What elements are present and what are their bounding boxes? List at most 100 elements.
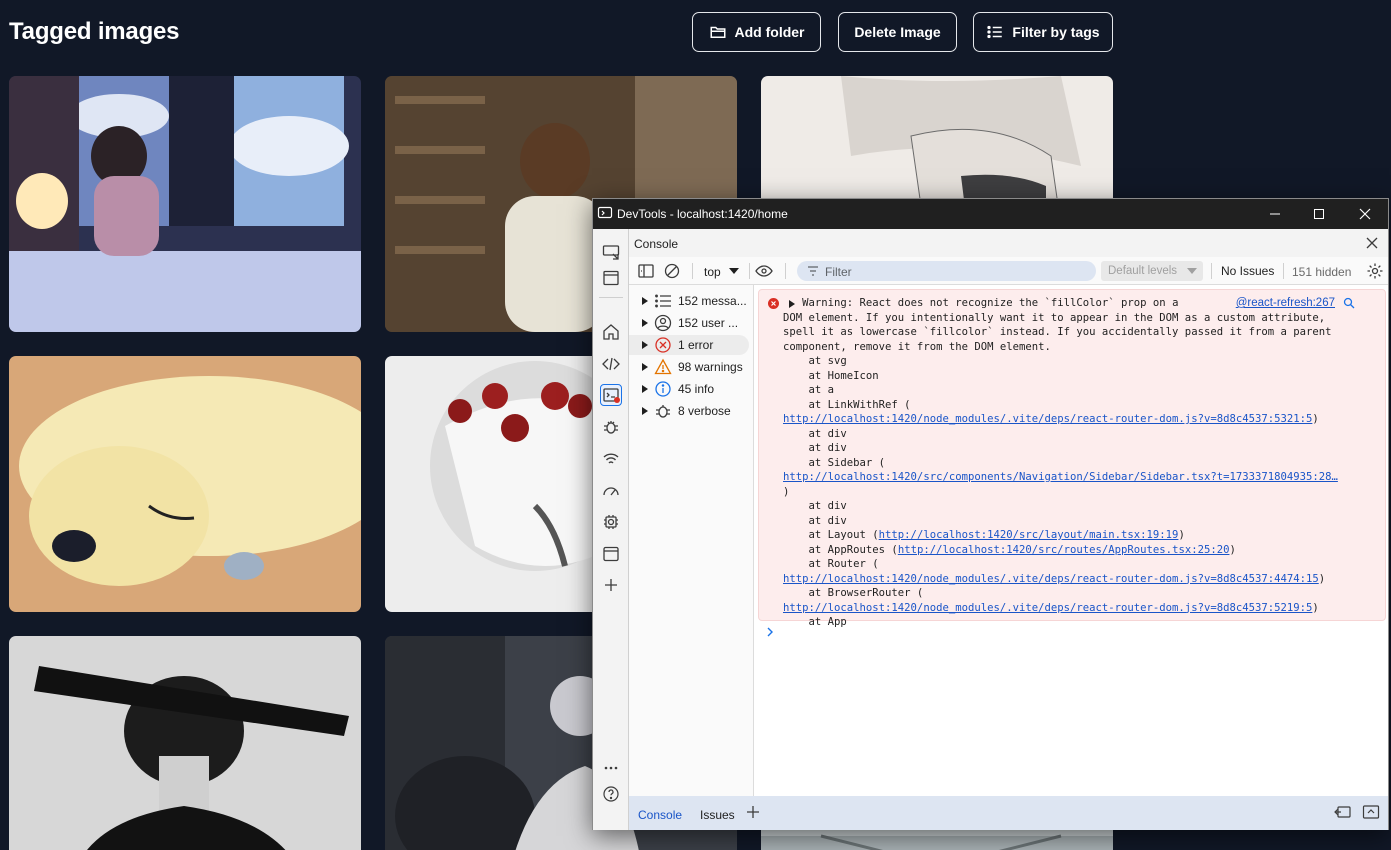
brush-stroke-portrait-image	[9, 636, 361, 850]
sidebar-item-label: 152 user ...	[678, 316, 739, 330]
folder-icon	[710, 26, 725, 38]
welcome-home-icon[interactable]	[600, 321, 622, 343]
caret-down-icon	[729, 268, 739, 274]
message-line: Warning: React does not recognize the `f…	[802, 297, 1179, 309]
image-tile[interactable]	[9, 356, 361, 612]
dock-drawer-icon[interactable]	[1334, 804, 1352, 820]
log-levels-dropdown[interactable]: Default levels	[1101, 261, 1203, 281]
help-icon[interactable]	[600, 783, 622, 805]
info-icon	[655, 381, 671, 397]
tab-console[interactable]: Console	[638, 808, 682, 822]
filter-input[interactable]: Filter	[797, 261, 1096, 281]
sidebar-item-verbose[interactable]: 8 verbose	[629, 401, 749, 421]
console-sidebar: 152 messa... 152 user ... 1 error 98 war…	[629, 285, 754, 796]
filter-by-tags-button[interactable]: Filter by tags	[973, 12, 1113, 52]
filter-placeholder: Filter	[825, 265, 852, 279]
sidebar-item-label: 1 error	[678, 338, 714, 352]
close-window-button[interactable]	[1342, 199, 1388, 229]
stack-frame: at AppRoutes (	[783, 543, 898, 556]
stack-frame: at Layout (	[783, 529, 879, 541]
more-tools-plus-icon[interactable]	[600, 574, 622, 596]
drawer-tabbar: Console Issues	[629, 796, 1388, 830]
console-error-message[interactable]: @react-refresh:267 Warning: React does n…	[758, 289, 1386, 628]
context-selector[interactable]: top	[704, 265, 721, 279]
maximize-button[interactable]	[1296, 199, 1342, 229]
more-options-icon[interactable]	[600, 757, 622, 779]
stack-frame: at div	[783, 442, 847, 454]
sidebar-item-label: 45 info	[678, 382, 715, 396]
expand-arrow-icon	[642, 319, 648, 327]
stack-frame: )	[783, 485, 790, 498]
stack-frame: at Sidebar (	[783, 456, 886, 469]
console-icon[interactable]	[600, 384, 622, 406]
delete-image-label: Delete Image	[854, 24, 941, 40]
sidebar-item-warnings[interactable]: 98 warnings	[629, 357, 749, 377]
expand-arrow-icon	[642, 385, 648, 393]
add-folder-button[interactable]: Add folder	[692, 12, 821, 52]
user-icon	[654, 314, 672, 332]
tab-issues[interactable]: Issues	[700, 808, 735, 822]
console-panel-header: Console	[629, 229, 1388, 257]
stack-link[interactable]: http://localhost:1420/src/routes/AppRout…	[898, 544, 1230, 556]
close-panel-icon[interactable]	[1364, 235, 1380, 251]
network-wifi-icon[interactable]	[600, 448, 622, 470]
image-tile[interactable]	[9, 76, 361, 332]
sidebar-item-label: 8 verbose	[678, 404, 731, 418]
sidebar-item-info[interactable]: 45 info	[629, 379, 749, 399]
performance-gauge-icon[interactable]	[600, 480, 622, 502]
delete-image-button[interactable]: Delete Image	[838, 12, 957, 52]
stack-frame: )	[1229, 543, 1236, 556]
minimize-button[interactable]	[1252, 199, 1298, 229]
console-toolbar: top Filter Default levels No Issues 151 …	[629, 257, 1388, 285]
page-title: Tagged images	[9, 18, 180, 45]
dock-icon[interactable]	[600, 267, 622, 289]
message-text: Warning: React does not recognize the `f…	[783, 296, 1338, 630]
stack-frame: at LinkWithRef (	[783, 398, 911, 411]
collapse-drawer-icon[interactable]	[1362, 804, 1380, 820]
stack-frame: at div	[783, 514, 847, 527]
stack-frame: )	[1318, 572, 1326, 585]
stack-frame: )	[1312, 601, 1319, 614]
stack-frame: )	[1312, 413, 1319, 425]
error-icon	[768, 298, 779, 309]
filter-funnel-icon	[808, 266, 818, 276]
caret-down-icon	[1187, 268, 1197, 274]
sources-bug-icon[interactable]	[600, 416, 622, 438]
maximize-icon	[1314, 209, 1324, 219]
add-tab-plus-icon[interactable]	[746, 805, 760, 819]
stack-frame: )	[1178, 529, 1185, 541]
device-toggle-icon[interactable]	[600, 241, 622, 263]
message-line: component, remove it from the DOM elemen…	[783, 340, 1051, 353]
application-icon[interactable]	[600, 543, 622, 565]
stack-link[interactable]: http://localhost:1420/node_modules/.vite…	[783, 602, 1312, 614]
search-icon[interactable]	[1343, 297, 1355, 309]
add-folder-label: Add folder	[734, 24, 805, 40]
memory-chip-icon[interactable]	[600, 511, 622, 533]
expand-arrow-icon	[642, 341, 648, 349]
issues-counter[interactable]: No Issues	[1221, 264, 1274, 278]
live-expression-eye-icon[interactable]	[755, 262, 773, 280]
sidebar-item-messages[interactable]: 152 messa...	[629, 291, 749, 311]
devtools-window: DevTools - localhost:1420/home Console t…	[592, 198, 1389, 830]
stack-link[interactable]: http://localhost:1420/node_modules/.vite…	[783, 413, 1312, 425]
clear-console-icon[interactable]	[663, 262, 681, 280]
stack-link[interactable]: http://localhost:1420/src/components/Nav…	[783, 471, 1338, 483]
anime-boy-window-image	[9, 76, 361, 332]
sidebar-item-label: 152 messa...	[678, 294, 747, 308]
console-panel-title: Console	[634, 237, 679, 251]
sidebar-item-user-messages[interactable]: 152 user ...	[629, 313, 749, 333]
console-prompt-chevron-icon[interactable]	[765, 627, 775, 637]
stack-link[interactable]: http://localhost:1420/src/layout/main.ts…	[879, 529, 1179, 541]
stack-frame: at div	[783, 500, 847, 512]
sidebar-item-errors[interactable]: 1 error	[629, 335, 749, 355]
elements-icon[interactable]	[600, 353, 622, 375]
devtools-titlebar[interactable]: DevTools - localhost:1420/home	[593, 199, 1388, 229]
console-output: @react-refresh:267 Warning: React does n…	[755, 285, 1388, 796]
sidebar-item-label: 98 warnings	[678, 360, 743, 374]
gear-icon[interactable]	[1366, 262, 1384, 280]
stack-frame: at HomeIcon	[783, 369, 879, 382]
toggle-sidebar-icon[interactable]	[637, 262, 655, 280]
stack-link[interactable]: http://localhost:1420/node_modules/.vite…	[783, 573, 1319, 585]
image-tile[interactable]	[9, 636, 361, 850]
stack-frame: at Router (	[783, 558, 879, 570]
